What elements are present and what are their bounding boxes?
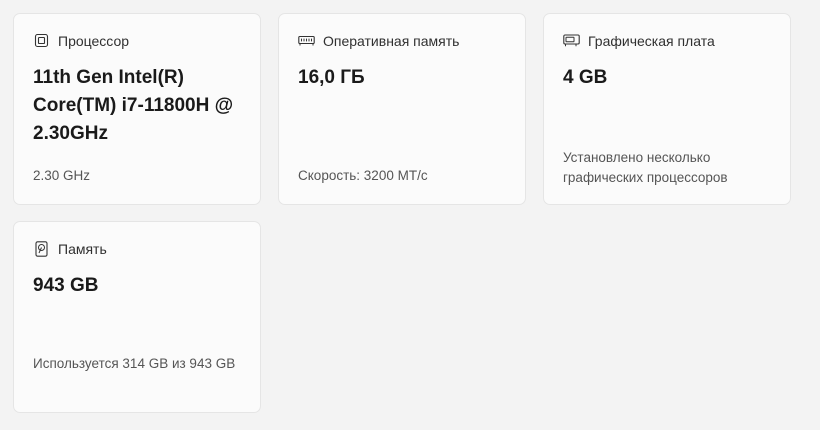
ram-card-header: Оперативная память: [298, 32, 459, 49]
storage-card: Память 943 GB Используется 314 GB из 943…: [13, 221, 261, 413]
processor-card: Процессор 11th Gen Intel(R) Core(TM) i7-…: [13, 13, 261, 205]
storage-card-header: Память: [33, 240, 107, 257]
processor-card-value: 11th Gen Intel(R) Core(TM) i7-11800H @ 2…: [33, 67, 234, 144]
processor-card-header: Процессор: [33, 32, 129, 49]
gpu-card-detail: Установлено несколько графических процес…: [563, 150, 728, 185]
gpu-card-header: Графическая плата: [563, 32, 715, 49]
gpu-card: Графическая плата 4 GB Установлено неско…: [543, 13, 791, 205]
storage-card-title: Память: [58, 240, 107, 257]
ram-icon: [298, 32, 315, 49]
gpu-icon: [563, 32, 580, 49]
cpu-icon: [33, 32, 50, 49]
storage-card-detail: Используется 314 GB из 943 GB: [33, 356, 236, 371]
storage-card-value: 943 GB: [33, 275, 99, 296]
storage-icon: [33, 240, 50, 257]
processor-card-title: Процессор: [58, 32, 130, 49]
ram-card: Оперативная память 16,0 ГБ Скорость: 320…: [278, 13, 526, 205]
gpu-card-value: 4 GB: [563, 67, 608, 88]
ram-card-title: Оперативная память: [323, 32, 460, 49]
ram-card-value: 16,0 ГБ: [298, 67, 365, 88]
gpu-card-title: Графическая плата: [588, 32, 715, 49]
ram-card-detail: Скорость: 3200 МТ/с: [298, 168, 428, 183]
processor-card-detail: 2.30 GHz: [33, 168, 91, 183]
